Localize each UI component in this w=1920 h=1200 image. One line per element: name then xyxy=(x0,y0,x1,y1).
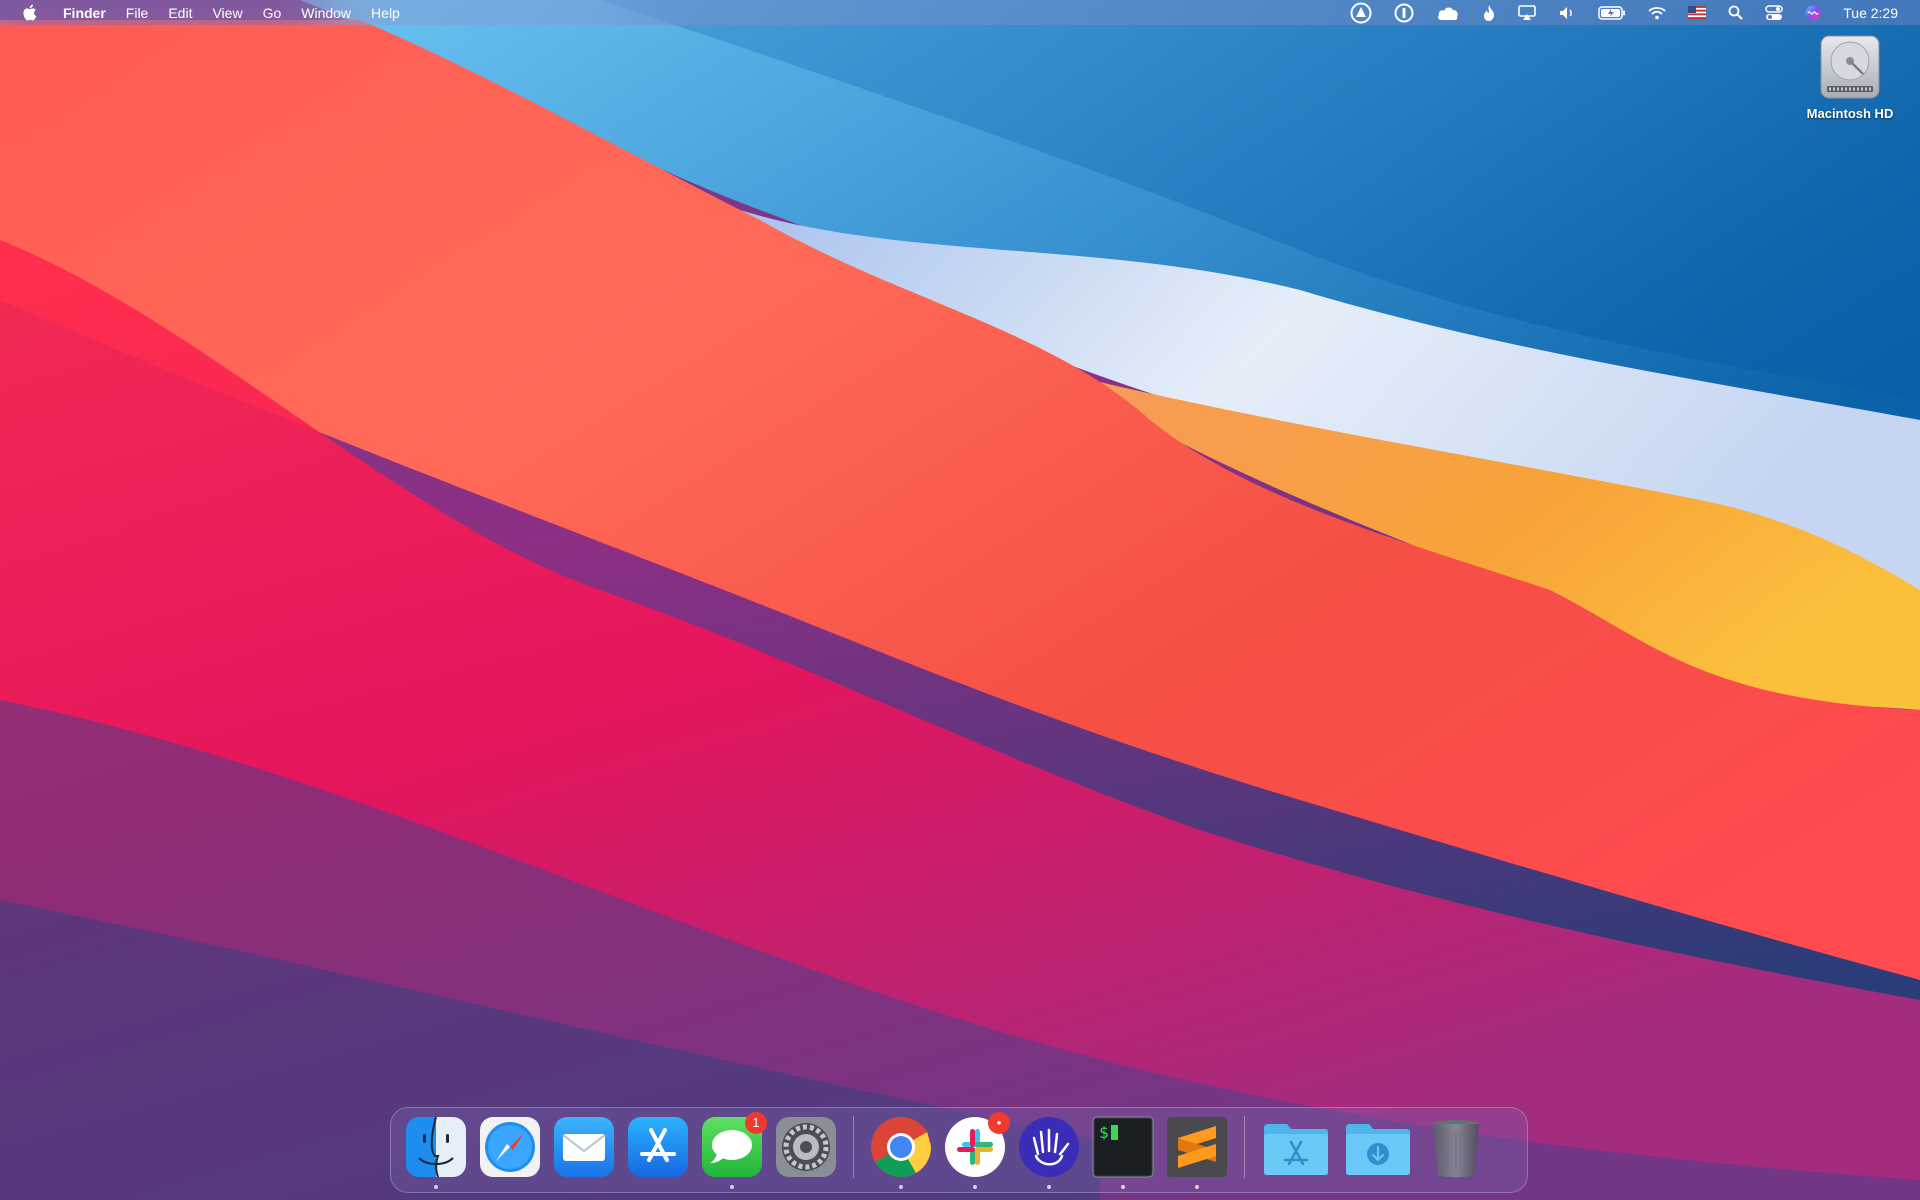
menu-edit[interactable]: Edit xyxy=(168,5,192,21)
running-indicator xyxy=(1047,1185,1051,1189)
dock-item-safari[interactable] xyxy=(479,1116,541,1178)
password-manager-icon[interactable] xyxy=(1394,0,1414,25)
menu-bar-clock[interactable]: Tue 2:29 xyxy=(1843,5,1898,21)
menu-bar-right: Tue 2:29 xyxy=(1328,0,1920,25)
dock-item-messages[interactable]: 1 xyxy=(701,1112,767,1189)
notification-badge: 1 xyxy=(745,1112,767,1134)
menu-window[interactable]: Window xyxy=(301,5,351,21)
running-indicator xyxy=(1121,1185,1125,1189)
dock-separator xyxy=(853,1116,854,1178)
app-store-icon xyxy=(628,1117,688,1177)
running-indicator xyxy=(434,1185,438,1189)
flame-icon[interactable] xyxy=(1482,0,1496,25)
desktop-icon-label: Macintosh HD xyxy=(1806,106,1894,121)
finder-icon xyxy=(406,1116,466,1178)
dock-item-chrome[interactable] xyxy=(870,1116,932,1189)
running-indicator xyxy=(973,1185,977,1189)
dock: 1 • $ xyxy=(390,1107,1528,1193)
terminal-prompt: $ xyxy=(1099,1123,1109,1142)
dock-item-app-store[interactable] xyxy=(627,1116,689,1178)
terminal-icon: $ xyxy=(1092,1116,1154,1178)
system-preferences-icon xyxy=(776,1117,836,1177)
notification-badge: • xyxy=(988,1112,1010,1134)
us-flag-icon[interactable] xyxy=(1688,0,1707,25)
dock-item-slack[interactable]: • xyxy=(944,1112,1010,1189)
wifi-icon[interactable] xyxy=(1648,0,1666,25)
applications-folder-icon xyxy=(1264,1124,1328,1175)
cloud-icon[interactable] xyxy=(1436,0,1460,25)
menu-help[interactable]: Help xyxy=(371,5,400,21)
dock-separator xyxy=(1244,1116,1245,1178)
running-indicator xyxy=(1195,1185,1199,1189)
control-center-icon[interactable] xyxy=(1765,0,1783,25)
dock-item-finder[interactable] xyxy=(405,1116,467,1189)
dock-item-system-preferences[interactable] xyxy=(775,1116,837,1178)
alert-triangle-circle-icon[interactable] xyxy=(1350,0,1372,25)
menu-view[interactable]: View xyxy=(212,5,242,21)
downloads-folder-icon xyxy=(1346,1124,1410,1175)
airplay-icon[interactable] xyxy=(1518,0,1537,25)
menu-bar: Finder File Edit View Go Window Help Tue… xyxy=(0,0,1920,25)
safari-icon xyxy=(480,1117,540,1177)
hard-drive-icon xyxy=(1820,35,1880,99)
apple-logo-icon[interactable] xyxy=(22,4,37,21)
menu-go[interactable]: Go xyxy=(263,5,282,21)
chrome-icon xyxy=(871,1116,931,1178)
dock-item-trash[interactable] xyxy=(1425,1116,1487,1178)
trash-icon xyxy=(1433,1120,1479,1177)
menu-bar-left: Finder File Edit View Go Window Help xyxy=(0,0,420,25)
siri-icon[interactable] xyxy=(1805,0,1821,25)
battery-icon[interactable] xyxy=(1598,0,1626,25)
sublime-text-icon xyxy=(1167,1117,1227,1177)
desktop-wallpaper xyxy=(0,0,1920,1200)
dock-item-terminal[interactable]: $ xyxy=(1092,1116,1154,1189)
spotlight-search-icon[interactable] xyxy=(1728,0,1743,25)
desktop-icon-macintosh-hd[interactable]: Macintosh HD xyxy=(1790,34,1910,121)
running-indicator xyxy=(730,1185,734,1189)
dock-item-mail[interactable] xyxy=(553,1116,615,1178)
mail-icon xyxy=(554,1117,614,1177)
dock-item-sublime-text[interactable] xyxy=(1166,1116,1228,1189)
hand-icon xyxy=(1019,1117,1079,1177)
volume-icon[interactable] xyxy=(1558,0,1576,25)
menu-app-finder[interactable]: Finder xyxy=(63,5,106,21)
dock-item-downloads[interactable] xyxy=(1343,1116,1413,1178)
dock-item-applications[interactable] xyxy=(1261,1116,1331,1178)
dock-item-hand-app[interactable] xyxy=(1018,1116,1080,1189)
running-indicator xyxy=(899,1185,903,1189)
menu-file[interactable]: File xyxy=(126,5,149,21)
